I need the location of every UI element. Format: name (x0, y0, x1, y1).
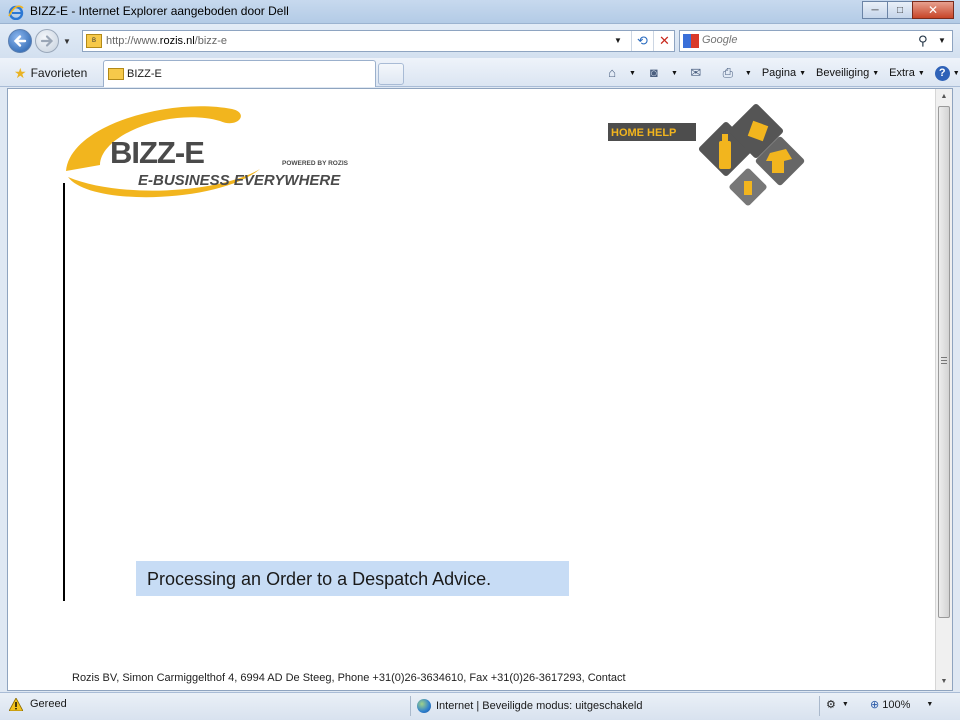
address-dropdown-icon[interactable]: ▼ (614, 36, 622, 45)
print-button[interactable]: ⎙ ▼ (720, 66, 752, 80)
small-item-icon (744, 181, 752, 195)
search-icon[interactable]: ⚲ (918, 33, 928, 49)
logo-brand-text: BIZZ-E (110, 135, 204, 170)
bizz-e-logo[interactable]: BIZZ-E POWERED BY ROZIS E-BUSINESS EVERY… (60, 95, 360, 205)
status-text: Gereed (30, 698, 67, 710)
back-button[interactable] (8, 29, 32, 53)
history-dropdown-icon[interactable]: ▼ (63, 37, 71, 46)
favorites-label: Favorieten (30, 66, 88, 80)
window-controls: ─ □ ✕ (862, 1, 954, 19)
status-dropdown-icon[interactable]: ▼ (842, 701, 849, 708)
url-path: /bizz-e (194, 35, 228, 47)
site-favicon-icon: B (86, 34, 102, 48)
search-input[interactable] (702, 34, 902, 46)
refresh-button[interactable]: ⟲ (631, 31, 653, 51)
feeds-button[interactable]: ◙ ▼ (646, 66, 678, 80)
page-viewport: BIZZ-E POWERED BY ROZIS E-BUSINESS EVERY… (7, 88, 953, 691)
protected-mode-icon[interactable]: ⚙ (826, 698, 836, 711)
status-tools: ⚙ ▼ (826, 698, 855, 711)
rss-feed-icon: ◙ (650, 65, 658, 80)
home-icon: ⌂ (608, 65, 616, 80)
arrow-right-icon (40, 35, 54, 47)
home-button[interactable]: ⌂ ▼ (604, 66, 636, 80)
scrollbar-thumb[interactable] (938, 106, 950, 618)
home-help-graphic: HOME HELP (608, 103, 805, 206)
google-logo-icon (683, 34, 699, 48)
command-buttons: ⌂ ▼ ◙ ▼ ✉ ⎙ ▼ Pagina ▼ Beveiliging ▼ Extra ▼ ?… (604, 63, 960, 83)
safety-menu[interactable]: Beveiliging ▼ (816, 67, 879, 79)
security-zone[interactable]: Internet | Beveiligde modus: uitgeschake… (410, 696, 820, 716)
search-box[interactable]: ⚲ ▼ (679, 30, 953, 52)
star-icon: ★ (14, 64, 27, 81)
vertical-scrollbar[interactable]: ▲ ▼ (935, 89, 952, 690)
tab-favicon-icon (108, 68, 124, 80)
scroll-down-button[interactable]: ▼ (936, 674, 952, 690)
close-button[interactable]: ✕ (912, 1, 954, 19)
forward-button[interactable] (35, 29, 59, 53)
tools-menu-label: Extra (889, 67, 915, 79)
address-field[interactable]: B http://www.rozis.nl/bizz-e ▼ ⟲ ✕ (82, 30, 675, 52)
address-toolbar: ▼ B http://www.rozis.nl/bizz-e ▼ ⟲ ✕ ⚲ ▼ (0, 24, 960, 58)
url-prefix: http://www. (106, 35, 160, 47)
zoom-icon: ⊕ (870, 699, 880, 711)
mail-icon: ✉ (690, 65, 702, 80)
zoom-control[interactable]: ⊕ 100% ▼ (870, 698, 933, 712)
home-help-nav[interactable]: HOME HELP (611, 127, 676, 139)
scroll-up-button[interactable]: ▲ (936, 89, 952, 105)
zoom-level: 100% (882, 698, 911, 711)
ie-logo-icon (8, 5, 24, 20)
tab-label: BIZZ-E (127, 68, 162, 80)
url-text[interactable]: http://www.rozis.nl/bizz-e (106, 35, 227, 47)
footer-text: Rozis BV, Simon Carmiggelthof 4, 6994 AD… (72, 672, 626, 684)
minimize-button[interactable]: ─ (862, 1, 888, 19)
globe-icon (417, 699, 431, 713)
help-menu[interactable]: ? ▼ (934, 65, 960, 81)
logo-tagline-text: E-BUSINESS EVERYWHERE (138, 172, 341, 189)
window-title: BIZZ-E - Internet Explorer aangeboden do… (30, 4, 289, 18)
title-bar: BIZZ-E - Internet Explorer aangeboden do… (0, 0, 960, 24)
favorites-button[interactable]: ★ Favorieten (8, 62, 93, 84)
mail-button[interactable]: ✉ (688, 66, 710, 80)
arrow-left-icon (13, 35, 27, 47)
favorites-command-bar: ★ Favorieten BIZZ-E ⌂ ▼ ◙ ▼ ✉ ⎙ ▼ Pagina ▼ B… (0, 58, 960, 87)
zone-text: Internet | Beveiligde modus: uitgeschake… (436, 700, 643, 712)
new-tab-button[interactable] (378, 63, 404, 85)
search-options-dropdown-icon[interactable]: ▼ (938, 36, 946, 45)
warning-icon (9, 698, 23, 711)
page-menu-label: Pagina (761, 67, 797, 79)
logo-powered-by-text: POWERED BY ROZIS (282, 160, 349, 167)
maximize-button[interactable]: □ (887, 1, 913, 19)
zoom-dropdown-icon[interactable]: ▼ (926, 701, 933, 708)
printer-icon: ⎙ (722, 65, 734, 80)
caption-box: Processing an Order to a Despatch Advice… (136, 561, 569, 596)
safety-menu-label: Beveiliging (816, 67, 870, 79)
tab-bizz-e[interactable]: BIZZ-E (103, 60, 376, 87)
url-domain: rozis.nl (159, 35, 195, 47)
vertical-divider (63, 183, 65, 601)
page-menu[interactable]: Pagina ▼ (762, 67, 806, 79)
stop-button[interactable]: ✕ (653, 31, 675, 51)
bottle-icon (719, 141, 731, 169)
tools-menu[interactable]: Extra ▼ (889, 67, 925, 79)
help-icon: ? (934, 65, 950, 81)
status-bar: Gereed Internet | Beveiligde modus: uitg… (0, 692, 960, 720)
